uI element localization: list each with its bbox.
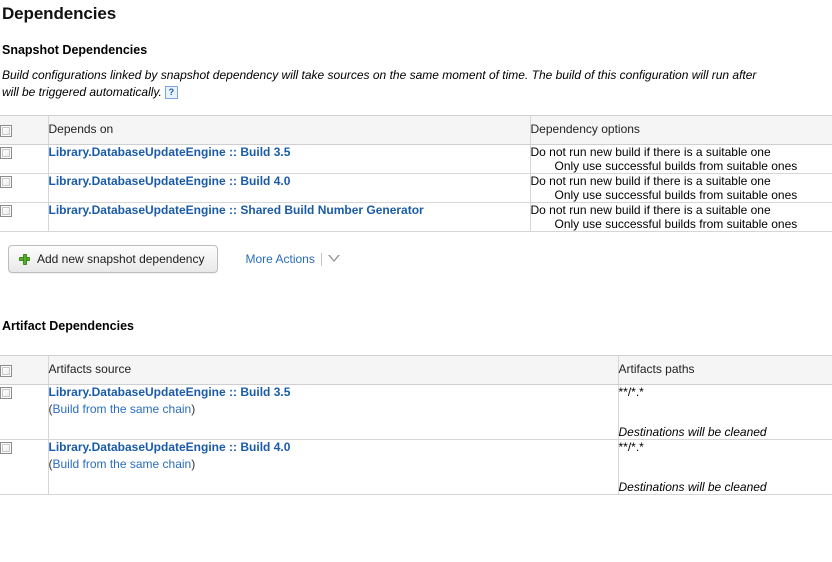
build-chain-line: (Build from the same chain) xyxy=(49,399,618,416)
build-from-same-chain-link[interactable]: Build from the same chain xyxy=(53,402,192,416)
option-text: Only use successful builds from suitable… xyxy=(554,159,798,173)
snapshot-actions-bar: Add new snapshot dependency More Actions xyxy=(0,232,832,273)
more-actions-label: More Actions xyxy=(245,252,315,266)
chain-paren-close: ) xyxy=(191,402,196,416)
project-link[interactable]: Library.DatabaseUpdateEngine xyxy=(49,174,226,188)
row-checkbox[interactable] xyxy=(0,204,12,217)
snapshot-dependencies-description: Build configurations linked by snapshot … xyxy=(0,57,832,101)
table-row: Library.DatabaseUpdateEngine :: Build 4.… xyxy=(0,173,832,203)
table-row: Library.DatabaseUpdateEngine :: Build 4.… xyxy=(0,439,832,495)
table-header-row: Depends on Dependency options xyxy=(0,115,832,145)
destinations-cleaned-note: Destinations will be cleaned xyxy=(618,480,767,494)
description-line-1: Build configurations linked by snapshot … xyxy=(2,68,757,82)
row-checkbox[interactable] xyxy=(0,441,12,454)
name-separator: :: xyxy=(229,203,238,217)
column-header-artifacts-source[interactable]: Artifacts source xyxy=(48,355,619,385)
table-row: Library.DatabaseUpdateEngine :: Build 3.… xyxy=(0,384,832,440)
column-header-artifacts-paths[interactable]: Artifacts paths xyxy=(618,355,832,385)
project-link[interactable]: Library.DatabaseUpdateEngine xyxy=(49,145,226,159)
depends-on-cell: Library.DatabaseUpdateEngine :: Build 3.… xyxy=(48,144,531,174)
column-header-depends-on[interactable]: Depends on xyxy=(48,115,531,145)
snapshot-dependencies-table: Depends on Dependency options Library.Da… xyxy=(0,115,832,232)
project-link[interactable]: Library.DatabaseUpdateEngine xyxy=(49,203,226,217)
artifacts-source-cell: Library.DatabaseUpdateEngine :: Build 3.… xyxy=(48,384,619,440)
row-checkbox[interactable] xyxy=(0,146,12,159)
description-line-2: will be triggered automatically.? xyxy=(2,84,832,101)
select-all-header-cell xyxy=(0,355,49,385)
add-new-snapshot-dependency-label: Add new snapshot dependency xyxy=(37,252,205,266)
build-link[interactable]: Build 3.5 xyxy=(240,385,290,399)
select-all-checkbox[interactable] xyxy=(0,124,12,137)
artifact-path-value: **/*.* xyxy=(618,385,644,399)
artifacts-paths-cell: **/*.* Destinations will be cleaned xyxy=(618,384,832,440)
table-header-row: Artifacts source Artifacts paths xyxy=(0,355,832,385)
build-from-same-chain-link[interactable]: Build from the same chain xyxy=(53,457,192,471)
plus-icon xyxy=(19,253,30,265)
help-icon[interactable]: ? xyxy=(164,86,178,99)
build-link[interactable]: Build 3.5 xyxy=(240,145,290,159)
build-link[interactable]: Build 4.0 xyxy=(240,440,290,454)
artifacts-source-cell: Library.DatabaseUpdateEngine :: Build 4.… xyxy=(48,439,619,495)
name-separator: :: xyxy=(229,174,238,188)
artifact-dependencies-table: Artifacts source Artifacts paths Library… xyxy=(0,355,832,495)
build-link[interactable]: Build 4.0 xyxy=(240,174,290,188)
project-link[interactable]: Library.DatabaseUpdateEngine xyxy=(49,440,226,454)
row-select-cell xyxy=(0,144,49,174)
chevron-down-icon[interactable] xyxy=(327,255,340,263)
option-text: Do not run new build if there is a suita… xyxy=(530,145,771,159)
more-actions-divider xyxy=(320,252,322,266)
depends-on-cell: Library.DatabaseUpdateEngine :: Shared B… xyxy=(48,202,531,232)
row-select-cell xyxy=(0,173,49,203)
column-header-dependency-options[interactable]: Dependency options xyxy=(530,115,832,145)
name-separator: :: xyxy=(229,440,238,454)
depends-on-cell: Library.DatabaseUpdateEngine :: Build 4.… xyxy=(48,173,531,203)
dependency-options-cell: Do not run new build if there is a suita… xyxy=(530,144,832,174)
option-text: Only use successful builds from suitable… xyxy=(554,188,798,202)
page-title: Dependencies xyxy=(2,4,117,23)
snapshot-dependencies-heading: Snapshot Dependencies xyxy=(2,43,148,57)
name-separator: :: xyxy=(229,385,238,399)
row-checkbox[interactable] xyxy=(0,386,12,399)
build-link[interactable]: Shared Build Number Generator xyxy=(240,203,423,217)
row-select-cell xyxy=(0,384,49,440)
dependency-options-cell: Do not run new build if there is a suita… xyxy=(530,202,832,232)
project-link[interactable]: Library.DatabaseUpdateEngine xyxy=(49,385,226,399)
select-all-checkbox[interactable] xyxy=(0,364,12,377)
row-checkbox[interactable] xyxy=(0,175,12,188)
select-all-header-cell xyxy=(0,115,49,145)
artifact-source-title: Library.DatabaseUpdateEngine :: Build 3.… xyxy=(49,385,618,399)
build-chain-line: (Build from the same chain) xyxy=(49,454,618,471)
add-new-snapshot-dependency-button[interactable]: Add new snapshot dependency xyxy=(8,245,219,273)
dependencies-page: Dependencies Snapshot Dependencies Build… xyxy=(0,0,832,562)
description-line-2-text: will be triggered automatically. xyxy=(2,85,162,99)
option-text: Only use successful builds from suitable… xyxy=(554,217,798,231)
artifact-dependencies-heading: Artifact Dependencies xyxy=(2,319,134,333)
row-select-cell xyxy=(0,202,49,232)
destinations-cleaned-note: Destinations will be cleaned xyxy=(618,425,767,439)
artifact-source-title: Library.DatabaseUpdateEngine :: Build 4.… xyxy=(49,440,618,454)
dependency-options-cell: Do not run new build if there is a suita… xyxy=(530,173,832,203)
artifacts-paths-cell: **/*.* Destinations will be cleaned xyxy=(618,439,832,495)
row-select-cell xyxy=(0,439,49,495)
name-separator: :: xyxy=(229,145,238,159)
more-actions-menu[interactable]: More Actions xyxy=(245,252,340,266)
table-row: Library.DatabaseUpdateEngine :: Shared B… xyxy=(0,202,832,232)
table-row: Library.DatabaseUpdateEngine :: Build 3.… xyxy=(0,144,832,174)
option-text: Do not run new build if there is a suita… xyxy=(530,174,771,188)
option-text: Do not run new build if there is a suita… xyxy=(530,203,771,217)
chain-paren-close: ) xyxy=(191,457,196,471)
artifact-path-value: **/*.* xyxy=(618,440,644,454)
